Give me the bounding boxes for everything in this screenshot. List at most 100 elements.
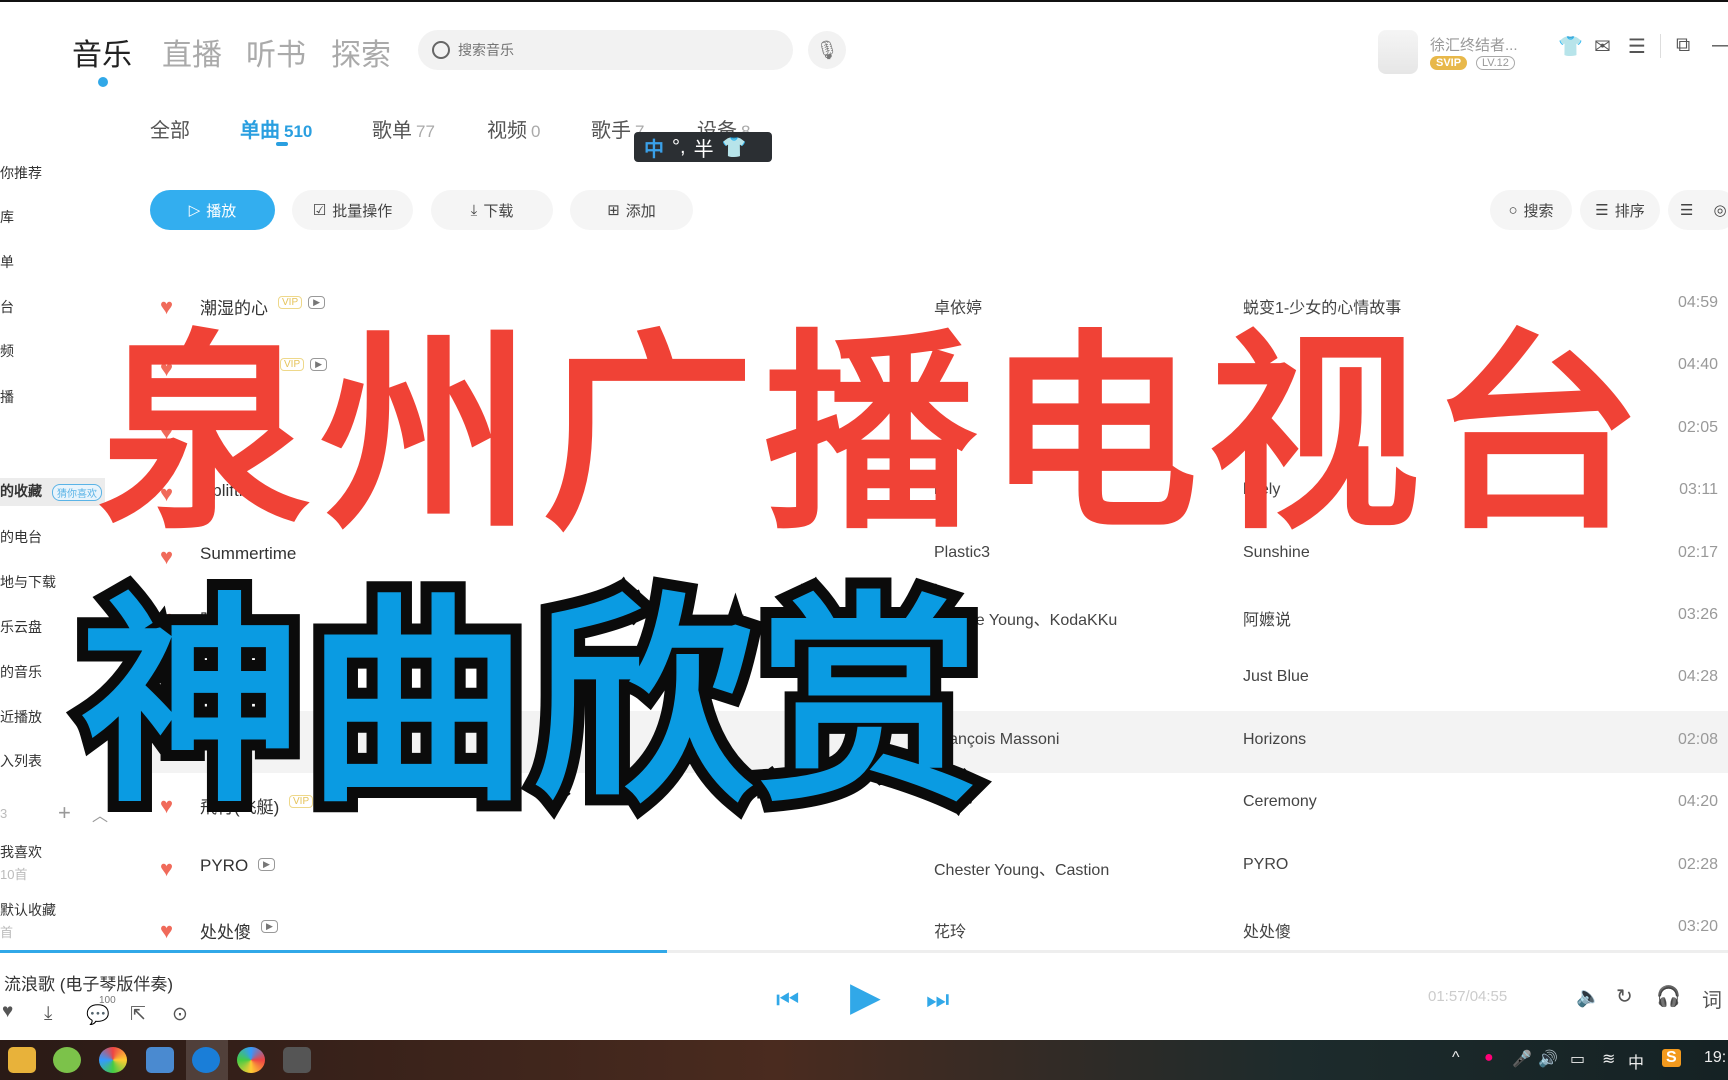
user-name[interactable]: 徐汇终结者... bbox=[1430, 34, 1518, 55]
tray-expand-icon[interactable]: ^ bbox=[1452, 1049, 1460, 1067]
ime-status-bar[interactable]: 中 °, 半 👕 bbox=[634, 132, 772, 162]
mv-icon[interactable]: ▶ bbox=[261, 920, 278, 933]
sidebar-item[interactable]: 入列表 bbox=[0, 751, 42, 771]
liked-heart-icon[interactable]: ♥ bbox=[160, 918, 173, 944]
sidebar-item[interactable]: 地与下载 bbox=[0, 572, 56, 592]
comment-icon[interactable]: 💬 bbox=[86, 1003, 110, 1027]
sidebar-playlist-default[interactable]: 默认收藏 bbox=[0, 900, 56, 920]
repeat-mode-icon[interactable]: ↻ bbox=[1616, 984, 1633, 1009]
sidebar-item[interactable]: 台 bbox=[0, 297, 14, 317]
song-album[interactable]: Horizons bbox=[1243, 731, 1306, 749]
sidebar-item[interactable]: 近播放 bbox=[0, 707, 42, 727]
batch-button[interactable]: ☑ 批量操作 bbox=[292, 190, 413, 230]
browser-e-icon[interactable] bbox=[53, 1047, 81, 1073]
tab-live[interactable]: 直播 bbox=[162, 30, 222, 74]
song-tags: ▶ bbox=[261, 920, 278, 933]
microphone-tray-icon[interactable]: 🎤 bbox=[1512, 1049, 1532, 1069]
sort-button[interactable]: ☰ 排序 bbox=[1580, 190, 1660, 230]
clock[interactable]: 19: bbox=[1704, 1049, 1726, 1067]
sidebar-item[interactable]: 你推荐 bbox=[0, 163, 42, 183]
battery-icon[interactable]: ▭ bbox=[1570, 1049, 1585, 1069]
list-search-button[interactable]: ○ 搜索 bbox=[1490, 190, 1572, 230]
song-title[interactable]: PYRO bbox=[200, 856, 248, 876]
ime-punct[interactable]: °, bbox=[672, 136, 686, 159]
ime-width[interactable]: 半 bbox=[694, 133, 714, 162]
search-bar[interactable] bbox=[418, 30, 793, 70]
skin-shirt-icon[interactable]: 👕 bbox=[1558, 34, 1583, 59]
like-icon[interactable]: ♥ bbox=[2, 1001, 13, 1023]
song-artist[interactable]: Chester Young、Castion bbox=[934, 856, 1109, 880]
sidebar-playlist-liked[interactable]: 我喜欢 bbox=[0, 842, 42, 862]
song-album[interactable]: Ceremony bbox=[1243, 793, 1317, 811]
play-all-button[interactable]: ▷ 播放 bbox=[150, 190, 275, 230]
sidebar-item[interactable]: 的音乐 bbox=[0, 662, 42, 682]
sidebar-item[interactable]: 的电台 bbox=[0, 527, 42, 547]
subtab-all[interactable]: 全部 bbox=[150, 114, 190, 143]
mv-icon[interactable]: ▶ bbox=[308, 296, 326, 309]
download-button[interactable]: ⤓ 下载 bbox=[431, 190, 553, 230]
computer-icon[interactable] bbox=[146, 1047, 174, 1073]
subtab-songs[interactable]: 单曲 510 bbox=[240, 114, 312, 143]
disc-view-icon[interactable]: ◎ bbox=[1713, 201, 1726, 219]
ime-tray-indicator[interactable]: 中 bbox=[1628, 1049, 1644, 1073]
liked-heart-icon[interactable]: ♥ bbox=[160, 856, 173, 882]
lyrics-button[interactable]: 词 bbox=[1702, 984, 1722, 1013]
add-button[interactable]: ⊞ 添加 bbox=[570, 190, 693, 230]
kugou-music-icon[interactable] bbox=[192, 1047, 220, 1073]
next-track-icon[interactable]: ⏭ bbox=[926, 984, 949, 1016]
volume-icon[interactable]: 🔈 bbox=[1576, 984, 1601, 1009]
sound-effect-headphone-icon[interactable]: 🎧 bbox=[1656, 984, 1681, 1009]
record-icon[interactable]: ● bbox=[1484, 1049, 1494, 1067]
view-toggle[interactable]: ☰ ◎ bbox=[1668, 190, 1728, 230]
speaker-tray-icon[interactable]: 🔊 bbox=[1538, 1049, 1558, 1069]
ime-skin-icon[interactable]: 👕 bbox=[722, 135, 747, 160]
tab-explore[interactable]: 探索 bbox=[331, 30, 391, 74]
mini-mode-icon[interactable]: ⧉ bbox=[1676, 34, 1690, 57]
sogou-ime-icon[interactable]: S bbox=[1662, 1049, 1681, 1067]
guess-you-like-badge[interactable]: 猜你喜欢 bbox=[52, 484, 102, 501]
browser-360-icon[interactable] bbox=[237, 1047, 265, 1073]
ime-mode[interactable]: 中 bbox=[644, 133, 664, 162]
mail-icon[interactable]: ✉ bbox=[1594, 34, 1611, 59]
sidebar-item[interactable]: 播 bbox=[0, 387, 14, 407]
play-pause-icon[interactable]: ▶ bbox=[850, 974, 881, 1020]
wifi-icon[interactable]: ≋ bbox=[1602, 1049, 1615, 1069]
minimize-icon[interactable]: — bbox=[1712, 34, 1728, 57]
more-icon[interactable]: ⊙ bbox=[172, 1003, 188, 1026]
song-album[interactable]: Just Blue bbox=[1243, 668, 1309, 686]
song-artist[interactable]: 卓依婷 bbox=[934, 294, 982, 318]
sidebar-item[interactable]: 频 bbox=[0, 341, 14, 361]
voice-search-button[interactable]: 🎙 bbox=[808, 31, 846, 69]
sidebar-item[interactable]: 单 bbox=[0, 252, 14, 272]
share-icon[interactable]: ⇱ bbox=[130, 1003, 146, 1026]
song-title[interactable]: 处处傻 bbox=[200, 918, 251, 943]
song-duration: 04:20 bbox=[1677, 793, 1718, 811]
mv-icon[interactable]: ▶ bbox=[258, 857, 275, 871]
bilibili-icon[interactable] bbox=[283, 1047, 311, 1073]
song-album[interactable]: 阿嬷说 bbox=[1243, 606, 1291, 630]
subtab-playlists[interactable]: 歌单 77 bbox=[372, 114, 435, 143]
sidebar-item[interactable]: 的收藏 bbox=[0, 481, 42, 501]
song-duration: 02:28 bbox=[1677, 855, 1718, 873]
tab-audiobook[interactable]: 听书 bbox=[246, 30, 306, 74]
file-explorer-icon[interactable] bbox=[8, 1047, 36, 1073]
menu-icon[interactable]: ☰ bbox=[1628, 34, 1646, 59]
playback-progress-bar[interactable] bbox=[0, 950, 1728, 953]
download-icon[interactable]: ⤓ bbox=[44, 1003, 52, 1025]
song-album[interactable]: PYRO bbox=[1243, 856, 1288, 874]
chrome-icon[interactable] bbox=[99, 1047, 127, 1073]
sidebar-item[interactable]: 库 bbox=[0, 207, 14, 227]
sidebar-item[interactable]: 乐云盘 bbox=[0, 617, 42, 637]
batch-label: 批量操作 bbox=[332, 202, 393, 220]
create-playlist-icon[interactable]: + bbox=[58, 800, 71, 826]
previous-track-icon[interactable]: ⏮ bbox=[776, 984, 799, 1016]
tab-music[interactable]: 音乐 bbox=[72, 30, 132, 74]
subtab-videos[interactable]: 视频 0 bbox=[487, 114, 540, 143]
song-artist[interactable]: 花玲 bbox=[934, 918, 966, 942]
list-view-icon[interactable]: ☰ bbox=[1680, 201, 1693, 219]
song-album[interactable]: 处处傻 bbox=[1243, 918, 1291, 942]
song-album[interactable]: 蜕变1-少女的心情故事 bbox=[1243, 294, 1401, 318]
now-playing-title[interactable]: 流浪歌 (电子琴版伴奏) bbox=[4, 970, 173, 995]
search-input[interactable] bbox=[458, 42, 758, 58]
avatar[interactable] bbox=[1378, 30, 1418, 74]
